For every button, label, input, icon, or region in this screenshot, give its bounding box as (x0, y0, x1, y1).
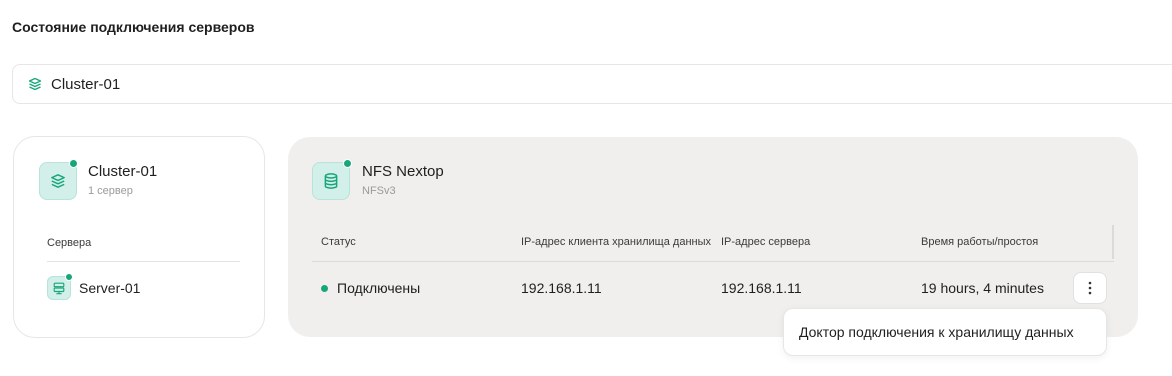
online-status-dot (343, 159, 352, 168)
cluster-card: Cluster-01 1 сервер Сервера Server-01 (13, 136, 265, 338)
storage-icon-tile (312, 162, 350, 200)
column-header-uptime: Время работы/простоя (921, 236, 1039, 248)
page-title: Состояние подключения серверов (12, 19, 255, 35)
online-status-dot (69, 159, 78, 168)
menu-item-storage-connection-doctor[interactable]: Доктор подключения к хранилищу данных (799, 324, 1074, 340)
storage-card-title: NFS Nextop (362, 163, 444, 180)
database-icon (322, 172, 340, 190)
server-name: Server-01 (79, 280, 141, 296)
table-divider (312, 261, 1114, 262)
server-icon (52, 281, 66, 295)
actions-dropdown-menu: Доктор подключения к хранилищу данных (783, 308, 1107, 356)
storage-card-subtitle: NFSv3 (362, 185, 396, 197)
storage-card: NFS Nextop NFSv3 Статус IP-адрес клиента… (288, 137, 1138, 337)
status-cell: Подключены (321, 280, 420, 296)
servers-label: Сервера (47, 237, 92, 249)
online-status-dot (65, 273, 73, 281)
layers-icon (49, 172, 67, 190)
cluster-select-value: Cluster-01 (51, 75, 121, 93)
cluster-card-title: Cluster-01 (88, 163, 158, 180)
status-text: Подключены (337, 280, 421, 296)
client-ip-cell: 192.168.1.11 (521, 280, 602, 296)
uptime-cell: 19 hours, 4 minutes (921, 280, 1044, 296)
cluster-select[interactable]: Cluster-01 (12, 64, 1172, 104)
cluster-card-subtitle: 1 сервер (88, 185, 133, 197)
servers-divider (47, 261, 240, 262)
column-header-client-ip: IP-адрес клиента хранилища данных (521, 236, 711, 248)
server-ip-cell: 192.168.1.11 (721, 280, 802, 296)
more-vertical-icon (1088, 281, 1092, 295)
server-item-server-01[interactable]: Server-01 (47, 273, 141, 300)
column-header-server-ip: IP-адрес сервера (721, 236, 811, 248)
row-actions-button[interactable] (1073, 272, 1107, 304)
server-icon-tile (47, 273, 73, 300)
header-column-separator (1112, 225, 1114, 259)
column-header-status: Статус (321, 236, 356, 248)
layers-icon (27, 76, 43, 92)
connected-status-dot (321, 284, 328, 292)
